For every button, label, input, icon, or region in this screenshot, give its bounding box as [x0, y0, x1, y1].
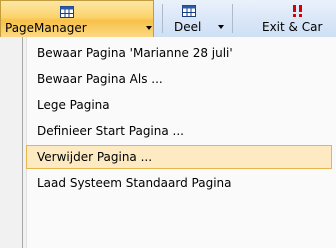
page-manager-label: PageManager [5, 21, 87, 35]
exclamation-icon [293, 5, 302, 17]
deel-button[interactable]: Deel [164, 0, 240, 37]
exit-label: Exit & Car [262, 20, 323, 34]
toolbar-divider [162, 4, 163, 33]
exit-button[interactable]: Exit & Car [250, 0, 336, 37]
page-manager-menu: Bewaar Pagina 'Marianne 28 juli' Bewaar … [0, 37, 336, 248]
menu-item-define-start-page[interactable]: Definieer Start Pagina ... [26, 119, 332, 143]
table-icon [60, 6, 74, 18]
table-icon [182, 5, 196, 17]
page-manager-button[interactable]: PageManager [0, 0, 154, 37]
toolbar-divider [232, 4, 233, 33]
chevron-down-icon[interactable] [146, 26, 152, 30]
menu-item-empty-page[interactable]: Lege Pagina [26, 93, 332, 117]
chevron-down-icon[interactable] [218, 25, 224, 29]
deel-label: Deel [174, 20, 202, 34]
menu-item-load-system-default-page[interactable]: Laad Systeem Standaard Pagina [26, 171, 332, 195]
ribbon-toolbar: PageManager Deel Exit & Car [0, 0, 336, 38]
menu-item-save-page[interactable]: Bewaar Pagina 'Marianne 28 juli' [26, 41, 332, 65]
menu-item-delete-page[interactable]: Verwijder Pagina ... [26, 145, 332, 169]
menu-item-save-page-as[interactable]: Bewaar Pagina Als ... [26, 67, 332, 91]
